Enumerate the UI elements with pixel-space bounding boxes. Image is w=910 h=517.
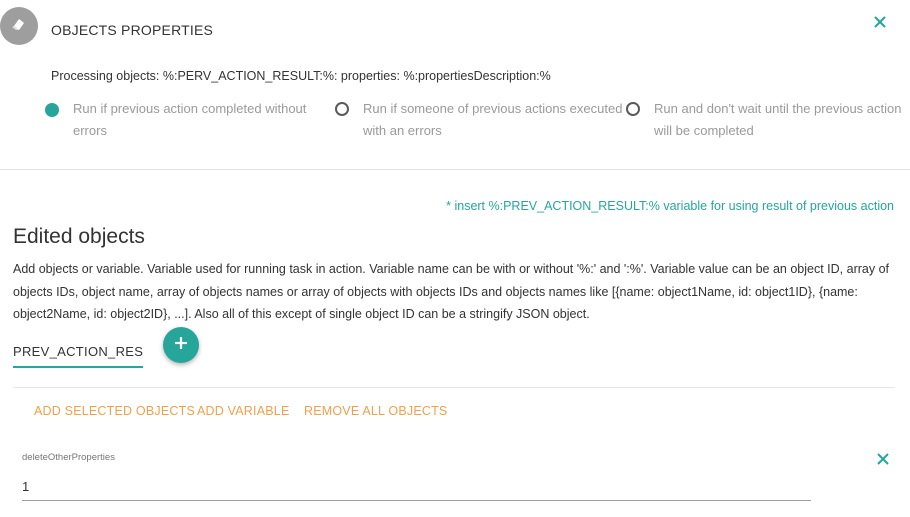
divider xyxy=(13,387,895,388)
cube-icon xyxy=(11,17,27,36)
radio-run-if-completed[interactable] xyxy=(45,103,59,117)
processing-description: Processing objects: %:PERV_ACTION_RESULT… xyxy=(51,69,551,83)
divider xyxy=(0,169,910,170)
variable-input[interactable] xyxy=(13,336,143,368)
add-selected-objects-button[interactable]: ADD SELECTED OBJECTS xyxy=(34,404,195,418)
property-field-label: deleteOtherProperties xyxy=(22,452,115,463)
close-icon xyxy=(870,16,890,36)
close-button[interactable] xyxy=(870,12,890,32)
remove-all-objects-button[interactable]: REMOVE ALL OBJECTS xyxy=(304,404,447,418)
radio-unchecked-icon[interactable] xyxy=(335,102,349,116)
close-icon xyxy=(874,453,892,472)
section-title: Edited objects xyxy=(13,225,145,248)
property-value-input[interactable] xyxy=(22,472,811,501)
remove-property-button[interactable] xyxy=(874,450,892,468)
plus-icon xyxy=(173,335,189,356)
radio-run-if-errors[interactable] xyxy=(335,102,349,116)
radio-checked-icon[interactable] xyxy=(45,103,59,117)
radio-unchecked-icon[interactable] xyxy=(626,102,640,116)
insert-hint: * insert %:PREV_ACTION_RESULT:% variable… xyxy=(446,199,894,213)
radio-label-run-dont-wait[interactable]: Run and don't wait until the previous ac… xyxy=(654,98,901,142)
radio-label-run-if-errors[interactable]: Run if someone of previous actions execu… xyxy=(363,98,622,142)
section-description: Add objects or variable. Variable used f… xyxy=(13,262,890,321)
radio-label-run-if-completed[interactable]: Run if previous action completed without… xyxy=(73,98,306,142)
radio-run-dont-wait[interactable] xyxy=(626,102,640,116)
add-variable-button[interactable]: ADD VARIABLE xyxy=(197,404,289,418)
page-title: OBJECTS PROPERTIES xyxy=(51,22,214,38)
add-button[interactable] xyxy=(163,327,199,363)
avatar xyxy=(0,7,38,45)
